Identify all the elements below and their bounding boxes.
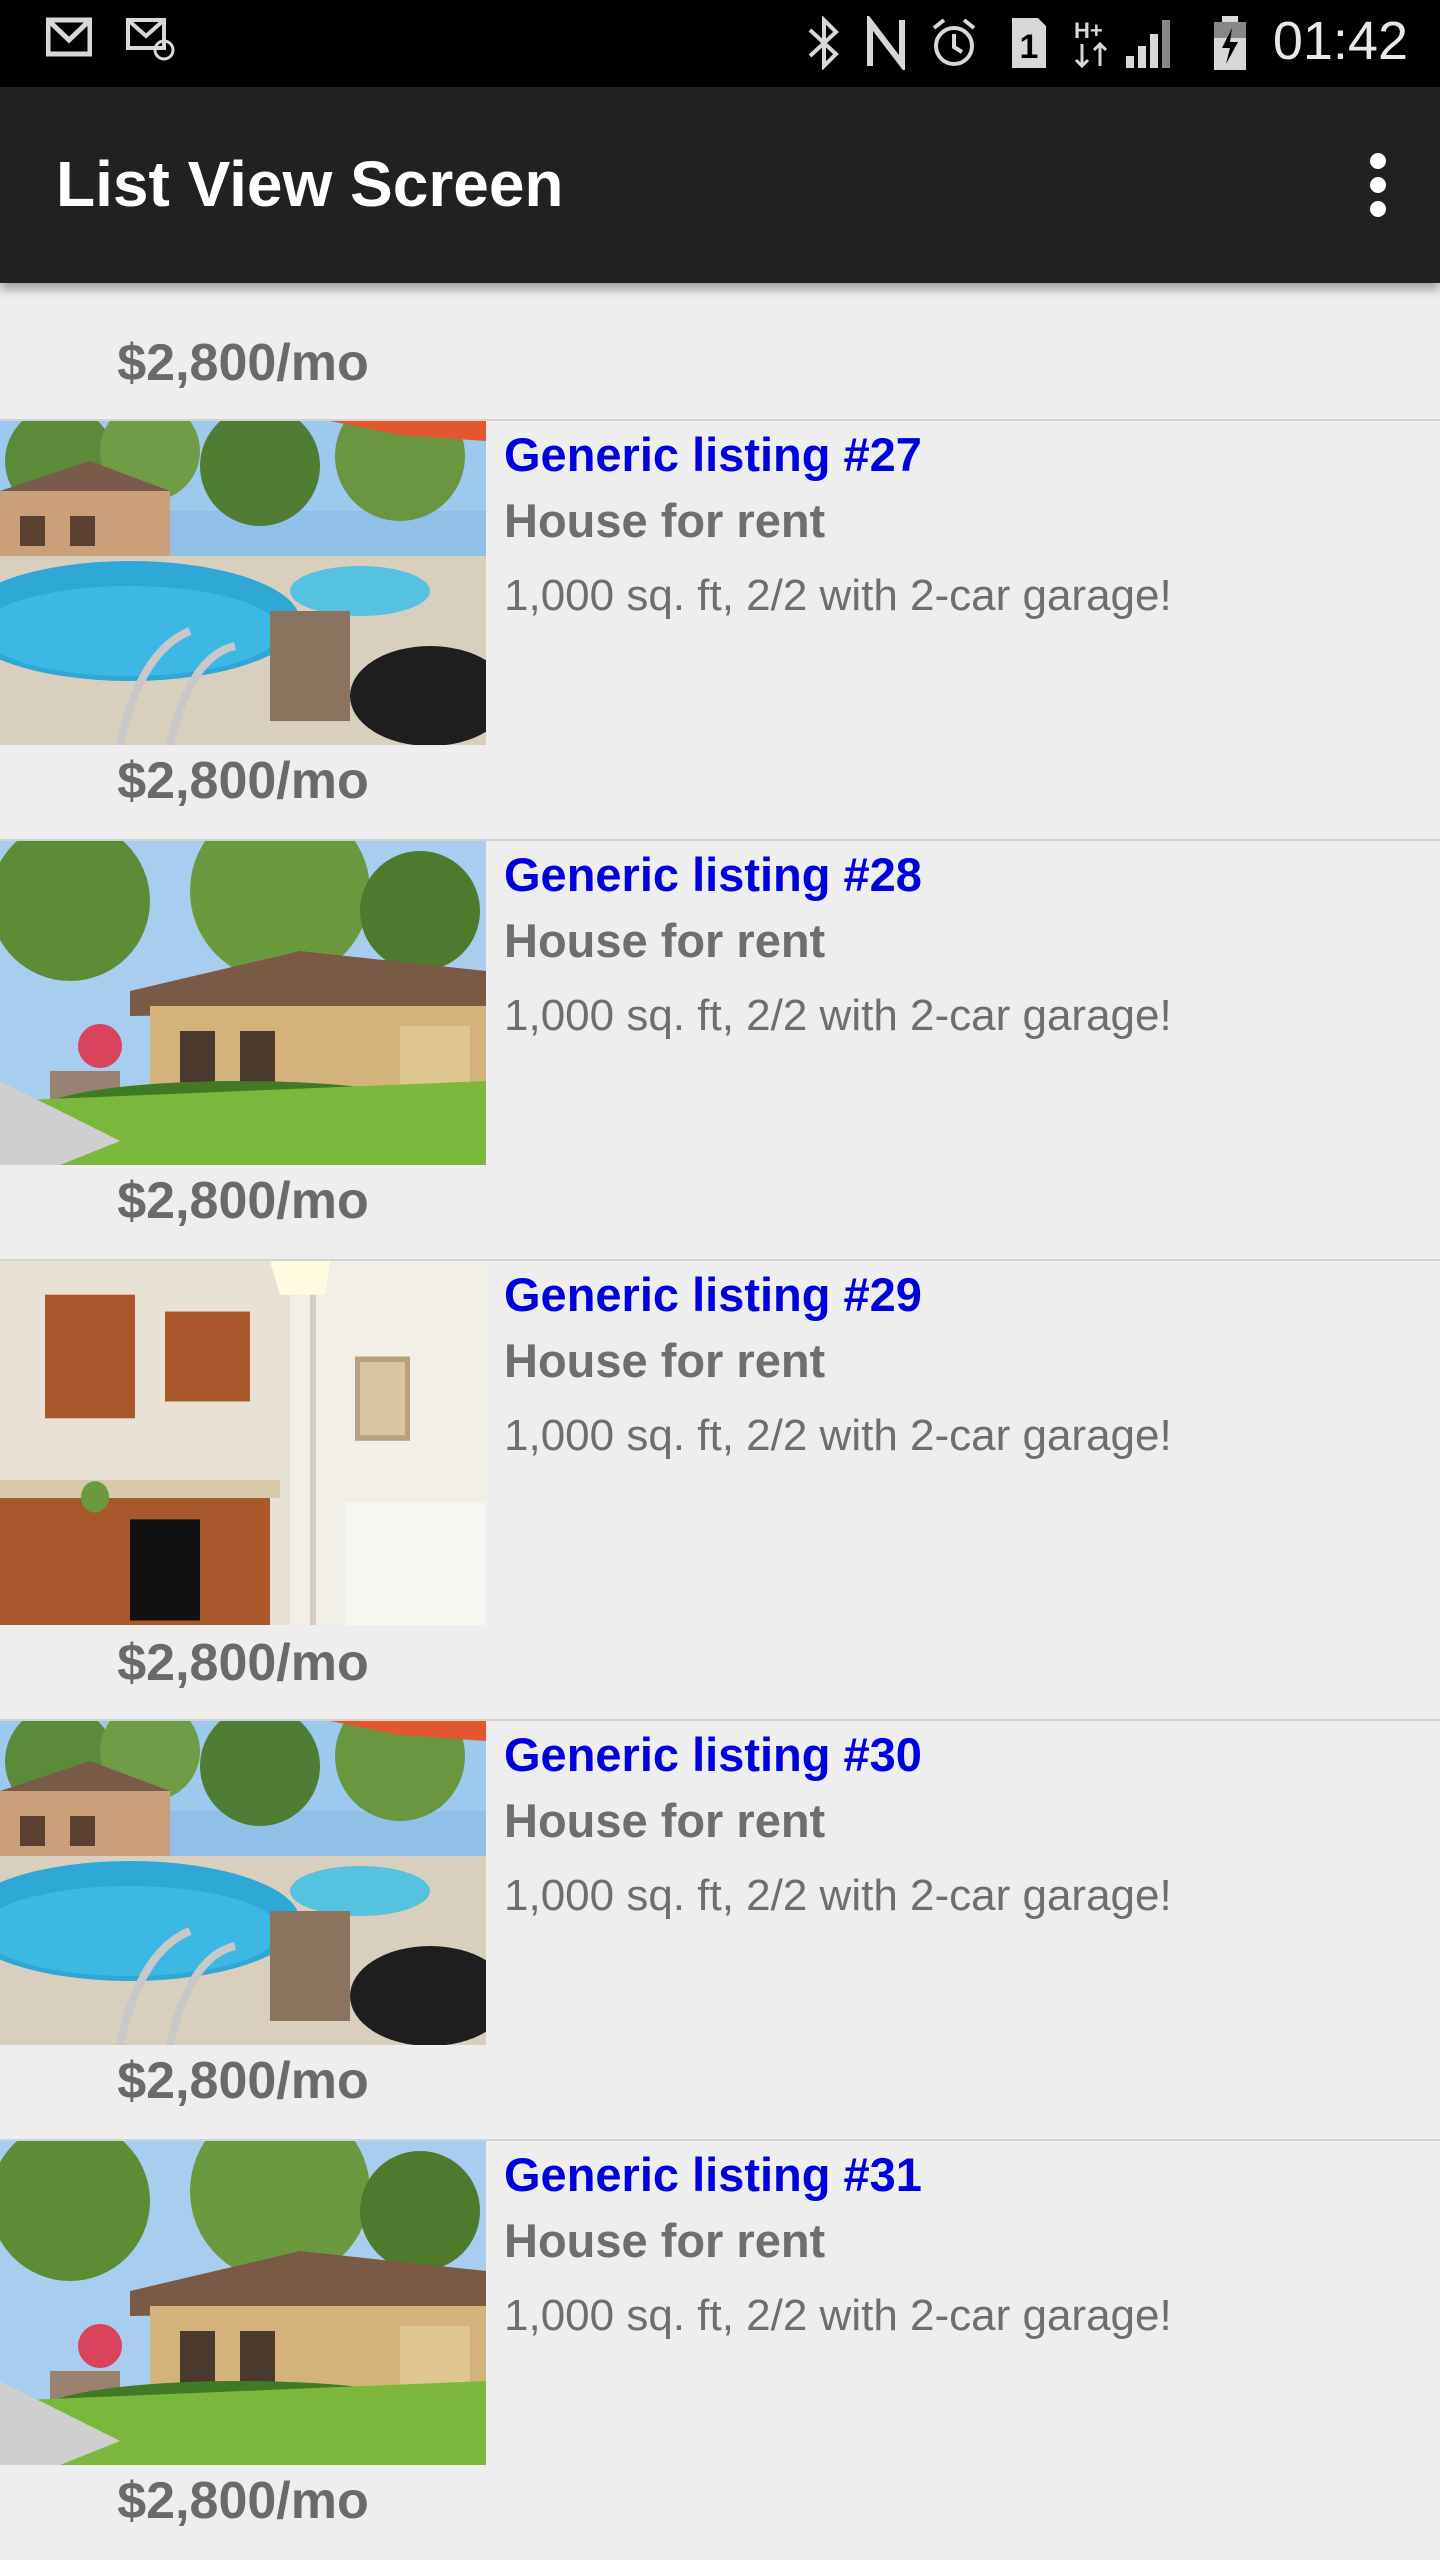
listing-price: $2,800/mo [117, 1172, 369, 1230]
app-title: List View Screen [56, 148, 564, 220]
bluetooth-icon [806, 15, 842, 74]
listing-photo [0, 1261, 486, 1625]
listing-photo [0, 841, 486, 1165]
status-bar: 1 H+ 01:42 [0, 0, 1440, 87]
listing-type: House for rent [504, 2214, 826, 2267]
listing-price: $2,800/mo [117, 334, 369, 392]
listing-price: $2,800/mo [117, 752, 369, 810]
listing-description: 1,000 sq. ft, 2/2 with 2-car garage! [504, 1411, 1172, 1460]
listing-description: 1,000 sq. ft, 2/2 with 2-car garage! [504, 571, 1172, 620]
listing-title: Generic listing #30 [504, 1728, 922, 1781]
listing-title: Generic listing #27 [504, 428, 922, 481]
listing-type: House for rent [504, 1334, 826, 1387]
listing-type: House for rent [504, 494, 826, 547]
svg-text:H+: H+ [1074, 18, 1103, 43]
listing-type: House for rent [504, 914, 826, 967]
listing-description: 1,000 sq. ft, 2/2 with 2-car garage! [504, 991, 1172, 1040]
listing-title: Generic listing #28 [504, 848, 922, 901]
listing-price: $2,800/mo [117, 2472, 369, 2530]
signal-icon [1124, 16, 1174, 74]
listing-photo [0, 283, 486, 325]
listing-description: 1,000 sq. ft, 2/2 with 2-car garage! [504, 2291, 1172, 2340]
list-item[interactable]: Generic listing #30 House for rent 1,000… [0, 1719, 1440, 2139]
listing-photo [0, 2141, 486, 2465]
sim-1-icon: 1 [1010, 16, 1048, 74]
nfc-icon [864, 13, 910, 74]
alarm-icon [930, 16, 978, 74]
listing-title: Generic listing #29 [504, 1268, 922, 1321]
list-item[interactable]: Generic listing #29 House for rent 1,000… [0, 1259, 1440, 1719]
listing-photo [0, 1721, 486, 2045]
hplus-data-icon: H+ [1072, 16, 1112, 74]
listing-type: House for rent [504, 1794, 826, 1847]
listing-price: $2,800/mo [117, 1634, 369, 1692]
gmail-icon [45, 16, 93, 64]
status-clock: 01:42 [1272, 11, 1408, 71]
listing-description: 1,000 sq. ft, 2/2 with 2-car garage! [504, 1871, 1172, 1920]
battery-charging-icon [1212, 16, 1248, 76]
listing-list[interactable]: $2,800/mo Generic listing #27 House for … [0, 283, 1440, 2560]
listing-title: Generic listing #31 [504, 2148, 922, 2201]
list-item[interactable]: Generic listing #31 House for rent 1,000… [0, 2139, 1440, 2560]
email-icon [126, 16, 176, 66]
listing-photo [0, 421, 486, 745]
overflow-menu-icon[interactable] [1352, 145, 1404, 225]
app-bar: List View Screen [0, 87, 1440, 283]
list-item[interactable]: Generic listing #27 House for rent 1,000… [0, 419, 1440, 839]
svg-text:1: 1 [1020, 28, 1039, 66]
list-item[interactable]: Generic listing #28 House for rent 1,000… [0, 839, 1440, 1259]
listing-price: $2,800/mo [117, 2052, 369, 2110]
